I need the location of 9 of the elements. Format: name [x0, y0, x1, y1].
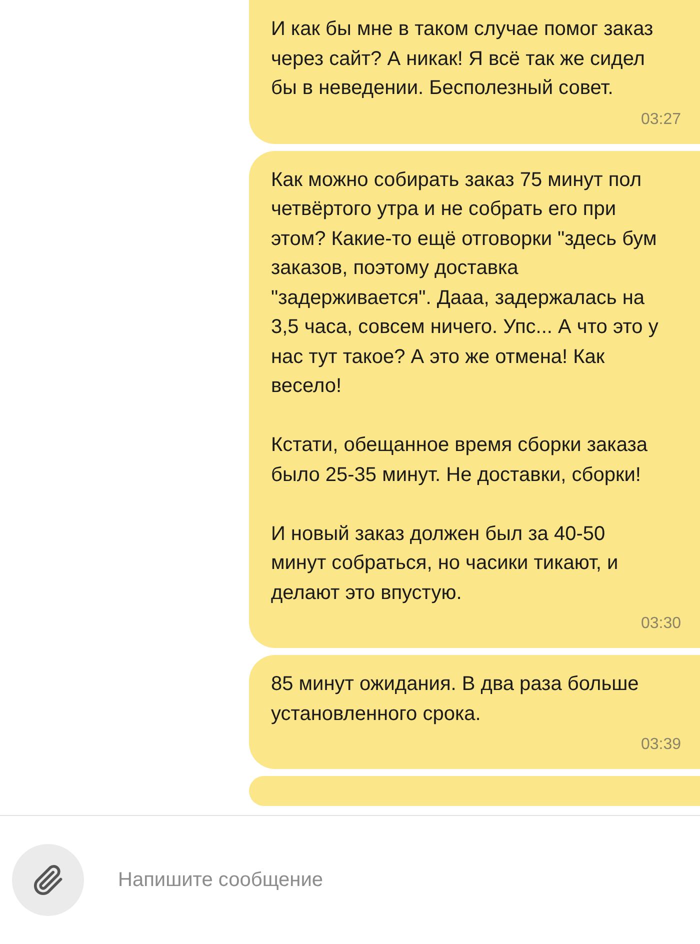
- message-text: 85 минут ожидания. В два раза больше установленного срока.: [271, 672, 640, 726]
- message-time: 03:39: [640, 736, 681, 753]
- message-text: Кстати, обещанное время сборки заказа было 25-35 минут. Не доставки, сборки!: [271, 433, 649, 488]
- message-text: Как можно собирать заказ 75 минут пол четвёртого утра и не собрать его при этом? Какие-то ещё отговорки "здесь бум заказов, поэтому доставка "задерживается". Дааа, задержалась на 3,5 часа, совсем ничего. Упс... А что это у нас тут такое? А это же отмена! Как весело!: [271, 168, 660, 399]
- message-time: 03:30: [640, 615, 681, 632]
- paperclip-icon: [31, 863, 65, 897]
- message-time: 03:27: [640, 110, 681, 128]
- message-text: И как бы мне в таком случае помог заказ через сайт? А никак! Я всё так же сидел бы в неведении. Бесполезный совет.: [271, 17, 654, 101]
- message-text: И новый заказ должен был за 40-50 минут собраться, но часики тикают, и делают это впустую.: [271, 522, 620, 606]
